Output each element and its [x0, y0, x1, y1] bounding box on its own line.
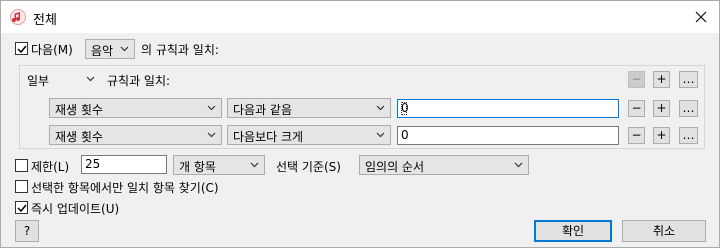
limit-checkbox[interactable] [15, 159, 28, 172]
rule-field-select[interactable]: 재생 횟수 [49, 98, 222, 118]
match-mode-suffix: 규칙과 일치: [107, 74, 171, 88]
add-rule-button[interactable]: + [653, 100, 670, 117]
more-rule-button[interactable]: … [679, 100, 698, 117]
cancel-button[interactable]: 취소 [622, 220, 706, 242]
more-rule-button[interactable]: … [679, 127, 698, 144]
limit-count-input[interactable]: 25 [81, 155, 167, 174]
chevron-down-icon [376, 105, 385, 111]
media-kind-value: 음악 [91, 44, 114, 58]
remove-rule-button[interactable]: − [628, 127, 645, 144]
rule-operator-select[interactable]: 다음보다 크게 [227, 125, 391, 145]
rule-value-text: 0 [401, 101, 409, 115]
live-updating-label[interactable]: 즉시 업데이트(U) [31, 200, 119, 217]
chevron-down-icon [514, 162, 523, 168]
match-mode-value: 일부 [27, 74, 50, 88]
live-updating-checkbox[interactable] [15, 201, 28, 214]
rule-operator-value: 다음보다 크게 [233, 130, 304, 144]
check-icon [17, 45, 27, 54]
smart-playlist-dialog: 전체 다음(M) 음악 의 규칙과 일치: 일부 규칙과 일치: − + … 재… [0, 0, 720, 248]
add-group-button[interactable]: + [653, 71, 670, 88]
help-button[interactable]: ? [15, 220, 39, 242]
close-icon[interactable] [690, 7, 712, 27]
ok-button[interactable]: 확인 [534, 220, 612, 242]
limit-count-text: 25 [85, 157, 101, 171]
match-checked-only-label[interactable]: 선택한 항목에서만 일치 항목 찾기(C) [31, 179, 219, 196]
chevron-down-icon [207, 105, 216, 111]
chevron-down-icon [376, 132, 385, 138]
selected-by-value: 임의의 순서 [365, 160, 425, 174]
rule-field-value: 재생 횟수 [55, 130, 103, 144]
limit-unit-select[interactable]: 개 항목 [173, 155, 265, 175]
media-kind-select[interactable]: 음악 [85, 39, 135, 59]
more-group-button[interactable]: … [679, 71, 698, 88]
add-rule-button[interactable]: + [653, 127, 670, 144]
match-mode-select[interactable]: 일부 [21, 69, 101, 89]
match-checkbox[interactable] [15, 42, 28, 55]
selected-by-label: 선택 기준(S) [276, 160, 341, 174]
rule-field-select[interactable]: 재생 횟수 [49, 125, 222, 145]
title-bar: 전체 [1, 1, 719, 33]
remove-group-button[interactable]: − [628, 71, 645, 88]
rule-suffix-label: 의 규칙과 일치: [141, 43, 219, 57]
chevron-down-icon [120, 46, 129, 52]
match-label[interactable]: 다음(M) [31, 41, 73, 58]
remove-rule-button[interactable]: − [628, 100, 645, 117]
limit-label[interactable]: 제한(L) [31, 158, 69, 175]
chevron-down-icon [250, 162, 259, 168]
rule-operator-value: 다음과 같음 [233, 103, 293, 117]
limit-unit-value: 개 항목 [179, 160, 216, 174]
window-title: 전체 [33, 13, 57, 28]
rule-operator-select[interactable]: 다음과 같음 [227, 98, 391, 118]
rule-value-input[interactable]: 0 [397, 126, 619, 145]
match-checked-only-checkbox[interactable] [15, 180, 28, 193]
rule-value-text: 0 [401, 128, 409, 142]
rule-value-input[interactable]: 0 [397, 99, 619, 118]
music-note-icon [10, 9, 26, 25]
chevron-down-icon [207, 132, 216, 138]
chevron-down-icon [86, 76, 95, 82]
check-icon [17, 204, 27, 213]
selected-by-select[interactable]: 임의의 순서 [359, 155, 529, 175]
rule-field-value: 재생 횟수 [55, 103, 103, 117]
